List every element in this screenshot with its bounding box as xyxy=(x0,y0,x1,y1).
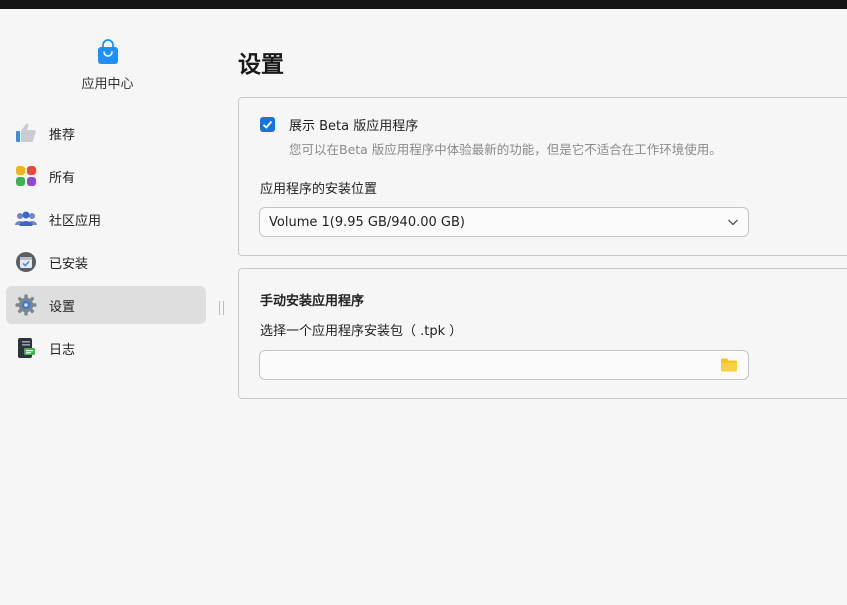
sidebar-item-all[interactable]: 所有 xyxy=(6,157,206,195)
app-name: 应用中心 xyxy=(81,77,134,92)
sidebar-item-recommended[interactable]: 推荐 xyxy=(6,114,206,152)
gear-icon xyxy=(15,294,37,316)
install-location-value: Volume 1(9.95 GB/940.00 GB) xyxy=(269,214,465,230)
app-window: 应用中心 推荐 所有 社区应用 已安装 设置 日志 设置 展示 Beta 版应用… xyxy=(0,9,847,605)
log-icon xyxy=(15,337,37,359)
package-file-label: 选择一个应用程序安装包（ .tpk ） xyxy=(260,324,463,339)
sidebar-item-community[interactable]: 社区应用 xyxy=(6,200,206,238)
sidebar-item-settings[interactable]: 设置 xyxy=(6,286,206,324)
thumbs-up-icon xyxy=(15,122,37,144)
sidebar-item-label: 日志 xyxy=(49,342,76,358)
chevron-down-icon xyxy=(728,219,738,226)
install-location-label: 应用程序的安装位置 xyxy=(260,182,378,197)
package-file-input[interactable] xyxy=(259,350,749,380)
manual-install-panel: 手动安装应用程序 选择一个应用程序安装包（ .tpk ） xyxy=(238,268,847,399)
page-title: 设置 xyxy=(238,52,284,78)
sidebar-item-label: 所有 xyxy=(49,170,76,186)
sidebar-resize-handle[interactable] xyxy=(219,301,224,315)
sidebar-item-log[interactable]: 日志 xyxy=(6,329,206,367)
shopping-bag-icon xyxy=(97,39,118,64)
top-bar xyxy=(0,0,847,9)
beta-checkbox[interactable] xyxy=(260,117,275,132)
sidebar-item-label: 设置 xyxy=(49,299,76,315)
app-brand: 应用中心 xyxy=(0,39,215,92)
beta-description: 您可以在Beta 版应用程序中体验最新的功能，但是它不适合在工作环境使用。 xyxy=(289,142,722,157)
beta-settings-panel: 展示 Beta 版应用程序 您可以在Beta 版应用程序中体验最新的功能，但是它… xyxy=(238,97,847,256)
community-icon xyxy=(15,208,37,230)
sidebar-item-label: 社区应用 xyxy=(49,213,102,229)
beta-label: 展示 Beta 版应用程序 xyxy=(289,119,419,134)
folder-icon[interactable] xyxy=(720,356,738,374)
installed-box-icon xyxy=(15,251,37,273)
checkmark-icon xyxy=(262,120,273,129)
sidebar-item-label: 推荐 xyxy=(49,127,76,143)
manual-install-title: 手动安装应用程序 xyxy=(260,294,365,309)
sidebar-item-label: 已安装 xyxy=(49,256,89,272)
grid-apps-icon xyxy=(15,165,37,187)
sidebar-nav: 推荐 所有 社区应用 已安装 设置 日志 xyxy=(6,114,206,372)
sidebar-item-installed[interactable]: 已安装 xyxy=(6,243,206,281)
main-content: 设置 展示 Beta 版应用程序 您可以在Beta 版应用程序中体验最新的功能，… xyxy=(238,9,847,605)
install-location-select[interactable]: Volume 1(9.95 GB/940.00 GB) xyxy=(259,207,749,237)
sidebar: 应用中心 推荐 所有 社区应用 已安装 设置 日志 xyxy=(0,9,215,605)
